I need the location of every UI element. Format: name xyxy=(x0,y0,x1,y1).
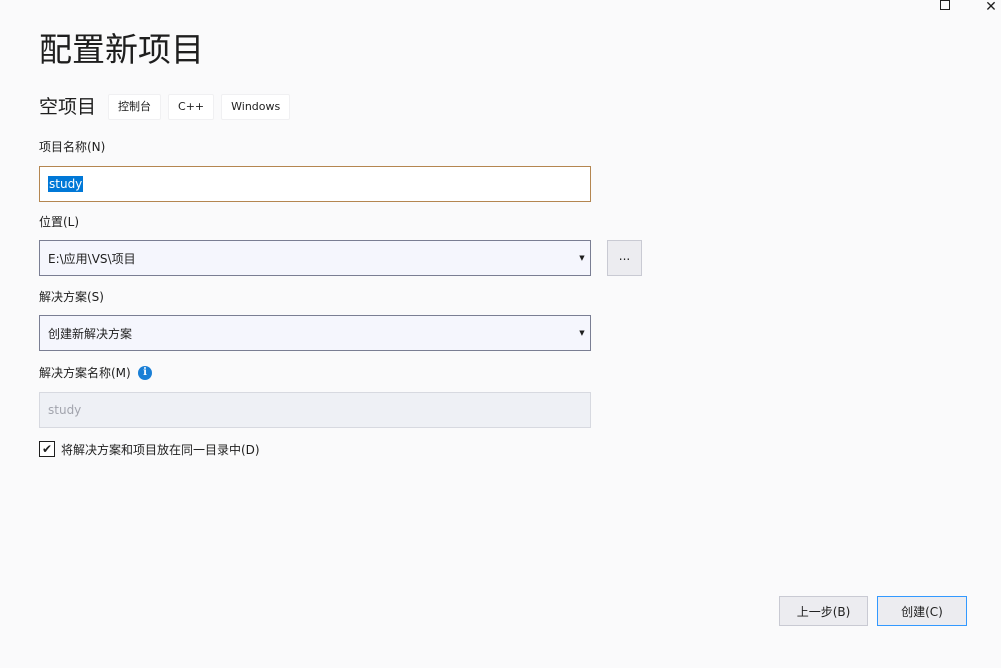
solution-name-value: study xyxy=(48,403,82,417)
solution-value: 创建新解决方案 xyxy=(48,326,133,341)
create-button[interactable]: 创建(C) xyxy=(877,596,967,626)
info-icon[interactable]: i xyxy=(138,366,152,380)
tag-console: 控制台 xyxy=(108,94,162,120)
project-name-value: study xyxy=(48,176,84,192)
solution-label: 解决方案(S) xyxy=(39,290,104,304)
template-name: 空项目 xyxy=(39,96,97,118)
location-value: E:\应用\VS\项目 xyxy=(48,251,136,266)
solution-name-label: 解决方案名称(M) xyxy=(39,366,131,380)
browse-button[interactable]: ... xyxy=(607,240,642,276)
page-title: 配置新项目 xyxy=(39,30,204,69)
chevron-down-icon[interactable]: ▼ xyxy=(574,316,590,350)
solution-name-input: study xyxy=(39,392,591,428)
solution-combo[interactable]: 创建新解决方案 ▼ xyxy=(39,315,591,351)
back-button[interactable]: 上一步(B) xyxy=(779,596,868,626)
close-button[interactable]: ✕ xyxy=(980,0,1001,14)
project-name-label: 项目名称(N) xyxy=(39,140,106,154)
checkmark-icon: ✔ xyxy=(41,442,53,456)
same-directory-label[interactable]: 将解决方案和项目放在同一目录中(D) xyxy=(61,442,260,458)
location-label: 位置(L) xyxy=(39,215,80,229)
location-combo[interactable]: E:\应用\VS\项目 ▼ xyxy=(39,240,591,276)
project-name-input[interactable]: study xyxy=(39,166,591,202)
tag-windows: Windows xyxy=(221,94,291,120)
close-icon: ✕ xyxy=(985,0,997,15)
tag-cpp: C++ xyxy=(168,94,215,120)
maximize-icon xyxy=(940,0,950,10)
template-summary: 空项目 控制台 C++ Windows xyxy=(39,94,297,120)
same-directory-checkbox[interactable]: ✔ xyxy=(39,441,55,457)
chevron-down-icon[interactable]: ▼ xyxy=(574,241,590,275)
maximize-button[interactable] xyxy=(934,0,956,14)
